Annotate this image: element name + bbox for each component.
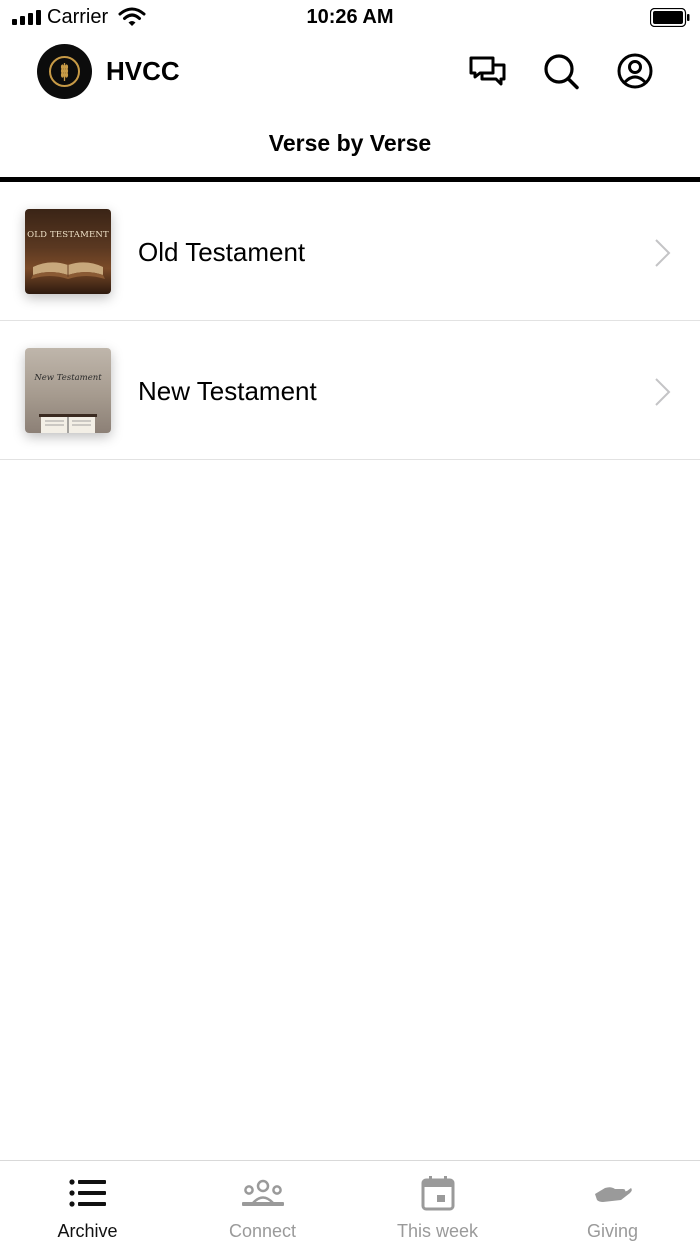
giving-hand-icon [594, 1187, 632, 1202]
app-title: HVCC [106, 56, 180, 86]
calendar-icon [421, 1176, 454, 1211]
clock: 10:26 AM [306, 6, 394, 28]
battery-icon [650, 8, 690, 27]
section-tab-verse-by-verse[interactable]: Verse by Verse [0, 130, 700, 157]
search-icon[interactable] [541, 52, 581, 92]
tab-archive[interactable]: Archive [0, 1161, 175, 1244]
wheat-icon [49, 56, 80, 87]
tab-label: Connect [228, 1221, 297, 1241]
tab-giving[interactable]: Giving [525, 1161, 700, 1244]
list-icon [68, 1179, 106, 1207]
chevron-right-icon [655, 378, 671, 406]
tab-label: Archive [57, 1221, 118, 1241]
profile-icon[interactable] [615, 52, 655, 92]
list-item-label: New Testament [138, 376, 317, 406]
chat-icon[interactable] [467, 52, 507, 92]
list-item-label: Old Testament [138, 237, 306, 267]
app-header: HVCC [0, 36, 700, 108]
list-item-new-testament[interactable]: New Testament New Testament [0, 321, 700, 460]
list-item-old-testament[interactable]: OLD TESTAMENT Old Testament [0, 182, 700, 321]
church-logo[interactable] [37, 44, 92, 99]
old-testament-thumbnail: OLD TESTAMENT [25, 209, 111, 294]
bottom-tab-bar: Archive Connect This week Giving [0, 1160, 700, 1244]
tab-label: This week [396, 1221, 479, 1241]
tab-label: Giving [586, 1221, 639, 1241]
tab-this-week[interactable]: This week [350, 1161, 525, 1244]
tab-connect[interactable]: Connect [175, 1161, 350, 1244]
group-icon [241, 1179, 284, 1206]
status-bar: Carrier 10:26 AM [0, 0, 700, 36]
new-testament-thumbnail: New Testament [25, 348, 111, 433]
series-list: OLD TESTAMENT Old Testament New Testamen… [0, 182, 700, 460]
chevron-right-icon [655, 239, 671, 267]
